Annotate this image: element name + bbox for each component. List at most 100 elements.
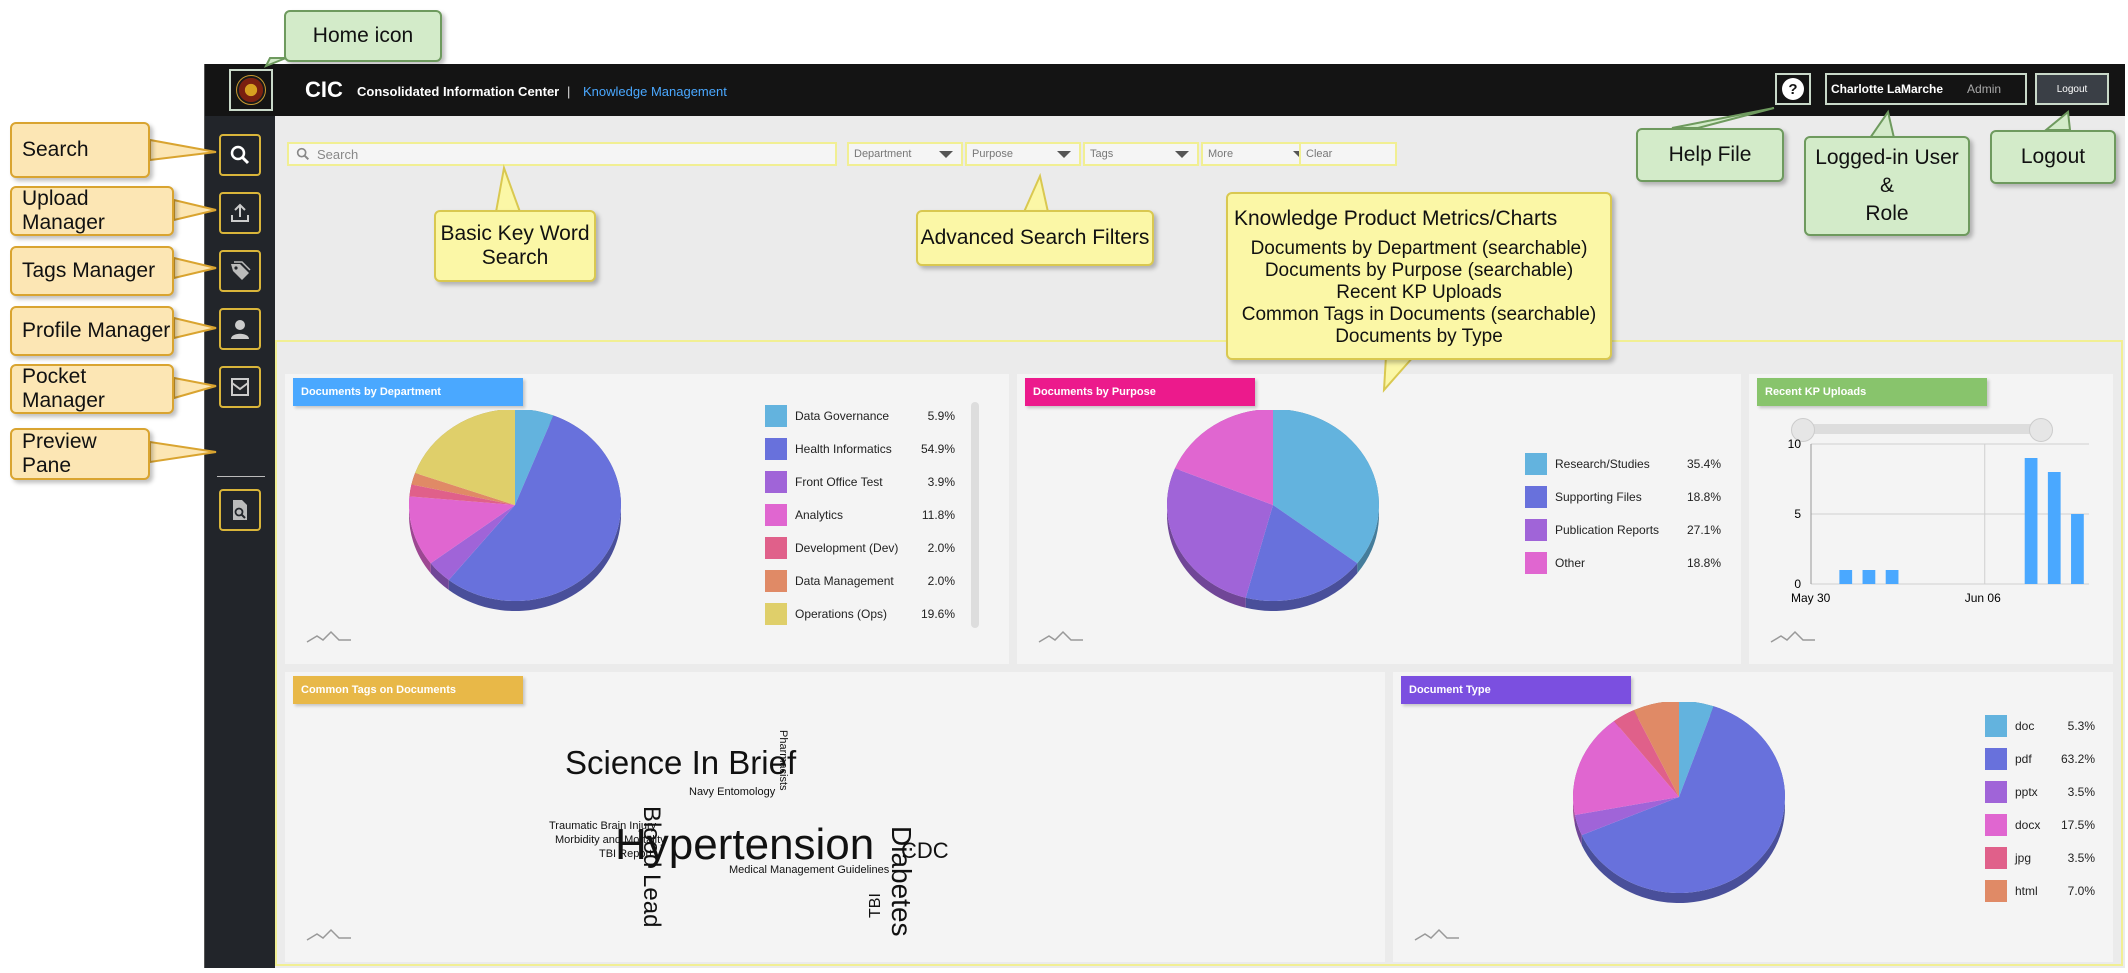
- card-title-purpose: Documents by Purpose: [1025, 378, 1255, 406]
- callout-help: Help File: [1636, 128, 1784, 182]
- callout-metrics: Knowledge Product Metrics/Charts Documen…: [1226, 192, 1612, 360]
- upload-bar[interactable]: [1885, 570, 1899, 584]
- callout-text: Upload Manager: [22, 187, 105, 234]
- tag-word[interactable]: TBI: [867, 893, 885, 918]
- range-slider-track[interactable]: [1799, 424, 2049, 434]
- legend-swatch: [765, 603, 787, 625]
- tag-word[interactable]: Pharmacists: [777, 730, 789, 791]
- uploads-bar-chart[interactable]: 0 5 10 May 30 Jun 06: [1759, 436, 2099, 616]
- callout-pocket: Pocket Manager: [10, 364, 174, 414]
- filter-tags[interactable]: Tags: [1083, 142, 1199, 166]
- callout-title: Knowledge Product Metrics/Charts: [1234, 207, 1558, 230]
- preview-pane-button[interactable]: [219, 489, 261, 531]
- legend-item[interactable]: Supporting Files 18.8%: [1525, 485, 1721, 509]
- upload-bar[interactable]: [2047, 472, 2061, 584]
- legend-item[interactable]: docx 17.5%: [1985, 813, 2095, 837]
- callout-text: Preview Pane: [22, 430, 97, 477]
- callout-logout: Logout: [1990, 130, 2116, 184]
- legend-label: Analytics: [795, 508, 844, 522]
- legend-item[interactable]: Data Governance 5.9%: [765, 404, 955, 428]
- home-button[interactable]: [229, 69, 273, 111]
- chart-logo-icon: [306, 928, 351, 941]
- filter-department[interactable]: Department: [847, 142, 963, 166]
- legend-item[interactable]: doc 5.3%: [1985, 714, 2095, 738]
- legend-swatch: [765, 537, 787, 559]
- tag-word[interactable]: TBI Report: [599, 848, 652, 860]
- legend-item[interactable]: pdf 63.2%: [1985, 747, 2095, 771]
- legend-label: Operations (Ops): [795, 607, 888, 621]
- legend-item[interactable]: html 7.0%: [1985, 879, 2095, 903]
- legend-item[interactable]: Research/Studies 35.4%: [1525, 452, 1721, 476]
- legend-swatch: [1985, 814, 2007, 836]
- pocket-manager-button[interactable]: [219, 366, 261, 408]
- card-doctype: Document Type doc 5.3% pdf 63.2% pptx 3.5% doc…: [1393, 672, 2113, 962]
- legend-item[interactable]: Front Office Test 3.9%: [765, 470, 955, 494]
- upload-bar[interactable]: [1839, 570, 1853, 584]
- callout-keyword-search: Basic Key Word Search: [434, 210, 596, 282]
- legend-label: Data Governance: [795, 409, 890, 423]
- card-tags: Common Tags on Documents Science In Brie…: [285, 672, 1385, 962]
- legend-item[interactable]: Publication Reports 27.1%: [1525, 518, 1721, 542]
- chart-logo-icon: [1038, 630, 1083, 643]
- search-input[interactable]: Search: [287, 142, 837, 166]
- tag-word[interactable]: CDC: [901, 838, 949, 864]
- profile-manager-button[interactable]: [219, 308, 261, 350]
- sidebar-divider: [217, 476, 265, 477]
- legend-item[interactable]: Analytics 11.8%: [765, 503, 955, 527]
- user-info[interactable]: Charlotte LaMarche Admin: [1825, 73, 2027, 105]
- legend-item[interactable]: Operations (Ops) 19.6%: [765, 602, 955, 626]
- legend-scrollbar[interactable]: [971, 402, 979, 628]
- legend-swatch: [1525, 453, 1547, 475]
- callout-line: Documents by Purpose (searchable): [1264, 260, 1574, 281]
- legend-item[interactable]: Other 18.8%: [1525, 551, 1721, 575]
- legend-item[interactable]: Development (Dev) 2.0%: [765, 536, 955, 560]
- search-button[interactable]: [219, 134, 261, 176]
- tags-manager-button[interactable]: [219, 250, 261, 292]
- legend-label: pptx: [2015, 785, 2038, 799]
- tag-word[interactable]: Navy Entomology: [689, 786, 775, 798]
- upload-bar[interactable]: [2024, 458, 2038, 584]
- callout-profile: Profile Manager: [10, 306, 174, 356]
- callout-text: Search: [481, 246, 549, 269]
- logout-button[interactable]: Logout: [2035, 73, 2109, 105]
- legend-item[interactable]: Data Management 2.0%: [765, 569, 955, 593]
- department-pie-chart[interactable]: [395, 410, 635, 620]
- chart-logo-icon: [1414, 928, 1459, 941]
- legend-value: 2.0%: [927, 541, 955, 555]
- upload-bar[interactable]: [2071, 514, 2084, 584]
- callout-text: Home icon: [312, 24, 414, 47]
- tag-word[interactable]: Medical Management Guidelines: [729, 864, 889, 876]
- card-title-uploads: Recent KP Uploads: [1757, 378, 1987, 406]
- callout-text: Advanced Search Filters: [920, 226, 1150, 249]
- upload-manager-button[interactable]: [219, 192, 261, 234]
- purpose-pie-chart[interactable]: [1153, 410, 1393, 620]
- upload-bar[interactable]: [1862, 570, 1876, 584]
- preview-icon: [233, 500, 247, 520]
- doctype-pie-chart[interactable]: [1559, 702, 1799, 912]
- home-icon: [236, 75, 266, 105]
- callout-text: Tags Manager: [22, 259, 156, 282]
- help-button[interactable]: ?: [1775, 73, 1811, 105]
- top-bar: CIC Consolidated Information Center | Kn…: [205, 64, 2125, 116]
- clear-filters-button[interactable]: Clear: [1299, 142, 1397, 166]
- chart-logo-icon: [306, 630, 351, 643]
- legend-item[interactable]: Health Informatics 54.9%: [765, 437, 955, 461]
- legend-swatch: [1525, 552, 1547, 574]
- callout-line: Documents by Type: [1335, 326, 1503, 347]
- legend-label: Health Informatics: [795, 442, 892, 456]
- card-title-doctype: Document Type: [1401, 676, 1631, 704]
- legend-swatch: [1985, 715, 2007, 737]
- section-link[interactable]: Knowledge Management: [583, 84, 727, 99]
- card-title-department: Documents by Department: [293, 378, 523, 406]
- tag-cloud[interactable]: Science In Brief Hypertension Diabetes B…: [465, 722, 949, 937]
- brand-full: Consolidated Information Center: [357, 84, 560, 99]
- tag-word[interactable]: Traumatic Brain Injury: [549, 820, 656, 832]
- tags-icon: [231, 261, 251, 280]
- chevron-down-icon: [1175, 151, 1189, 158]
- tag-word[interactable]: Morbidity and Mortality: [555, 834, 666, 846]
- filter-purpose[interactable]: Purpose: [965, 142, 1081, 166]
- legend-item[interactable]: jpg 3.5%: [1985, 846, 2095, 870]
- callout-advanced-filters: Advanced Search Filters: [916, 210, 1154, 266]
- legend-item[interactable]: pptx 3.5%: [1985, 780, 2095, 804]
- tag-word[interactable]: Science In Brief: [565, 744, 796, 782]
